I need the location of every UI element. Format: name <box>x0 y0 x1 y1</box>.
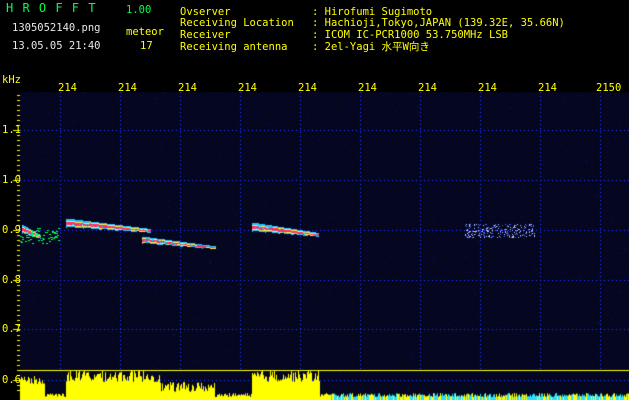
time-tick: 214 <box>418 82 437 94</box>
freq-label: 0.8 <box>2 274 21 286</box>
freq-label: 1.0 <box>2 174 21 186</box>
file-name: 1305052140.png <box>12 22 101 34</box>
time-tick: 214 <box>538 82 557 94</box>
time-tick: 214 <box>118 82 137 94</box>
meteor-label: meteor <box>126 26 164 38</box>
time-tick: 214 <box>238 82 257 94</box>
time-tick: 214 <box>298 82 317 94</box>
file-datetime: 13.05.05 21:40 <box>12 40 101 52</box>
receiver-label: Receiver <box>180 29 231 41</box>
time-tick: 214 <box>178 82 197 94</box>
antenna-label: Receiving antenna <box>180 41 288 53</box>
receiver-value: : ICOM IC-PCR1000 53.750MHz LSB <box>312 29 508 41</box>
freq-label: 0.6 <box>2 374 21 386</box>
app-title: H R O F F T <box>6 1 97 15</box>
meteor-count: 17 <box>140 40 153 52</box>
time-tick: 2150 <box>596 82 622 94</box>
time-tick: 214 <box>58 82 77 94</box>
antenna-value: : 2el-Yagi 水平W向き <box>312 41 430 53</box>
time-tick: 214 <box>358 82 377 94</box>
freq-label: 1.1 <box>2 124 21 136</box>
freq-label: 0.7 <box>2 323 21 335</box>
app-version: 1.00 <box>126 4 152 16</box>
freq-label: 0.9 <box>2 224 21 236</box>
spectrogram-plot <box>0 0 629 400</box>
location-label: Receiving Location <box>180 17 294 29</box>
time-tick: 214 <box>478 82 497 94</box>
axis-unit-label: kHz <box>2 74 21 86</box>
location-value: : Hachioji,Tokyo,JAPAN (139.32E, 35.66N) <box>312 17 565 29</box>
